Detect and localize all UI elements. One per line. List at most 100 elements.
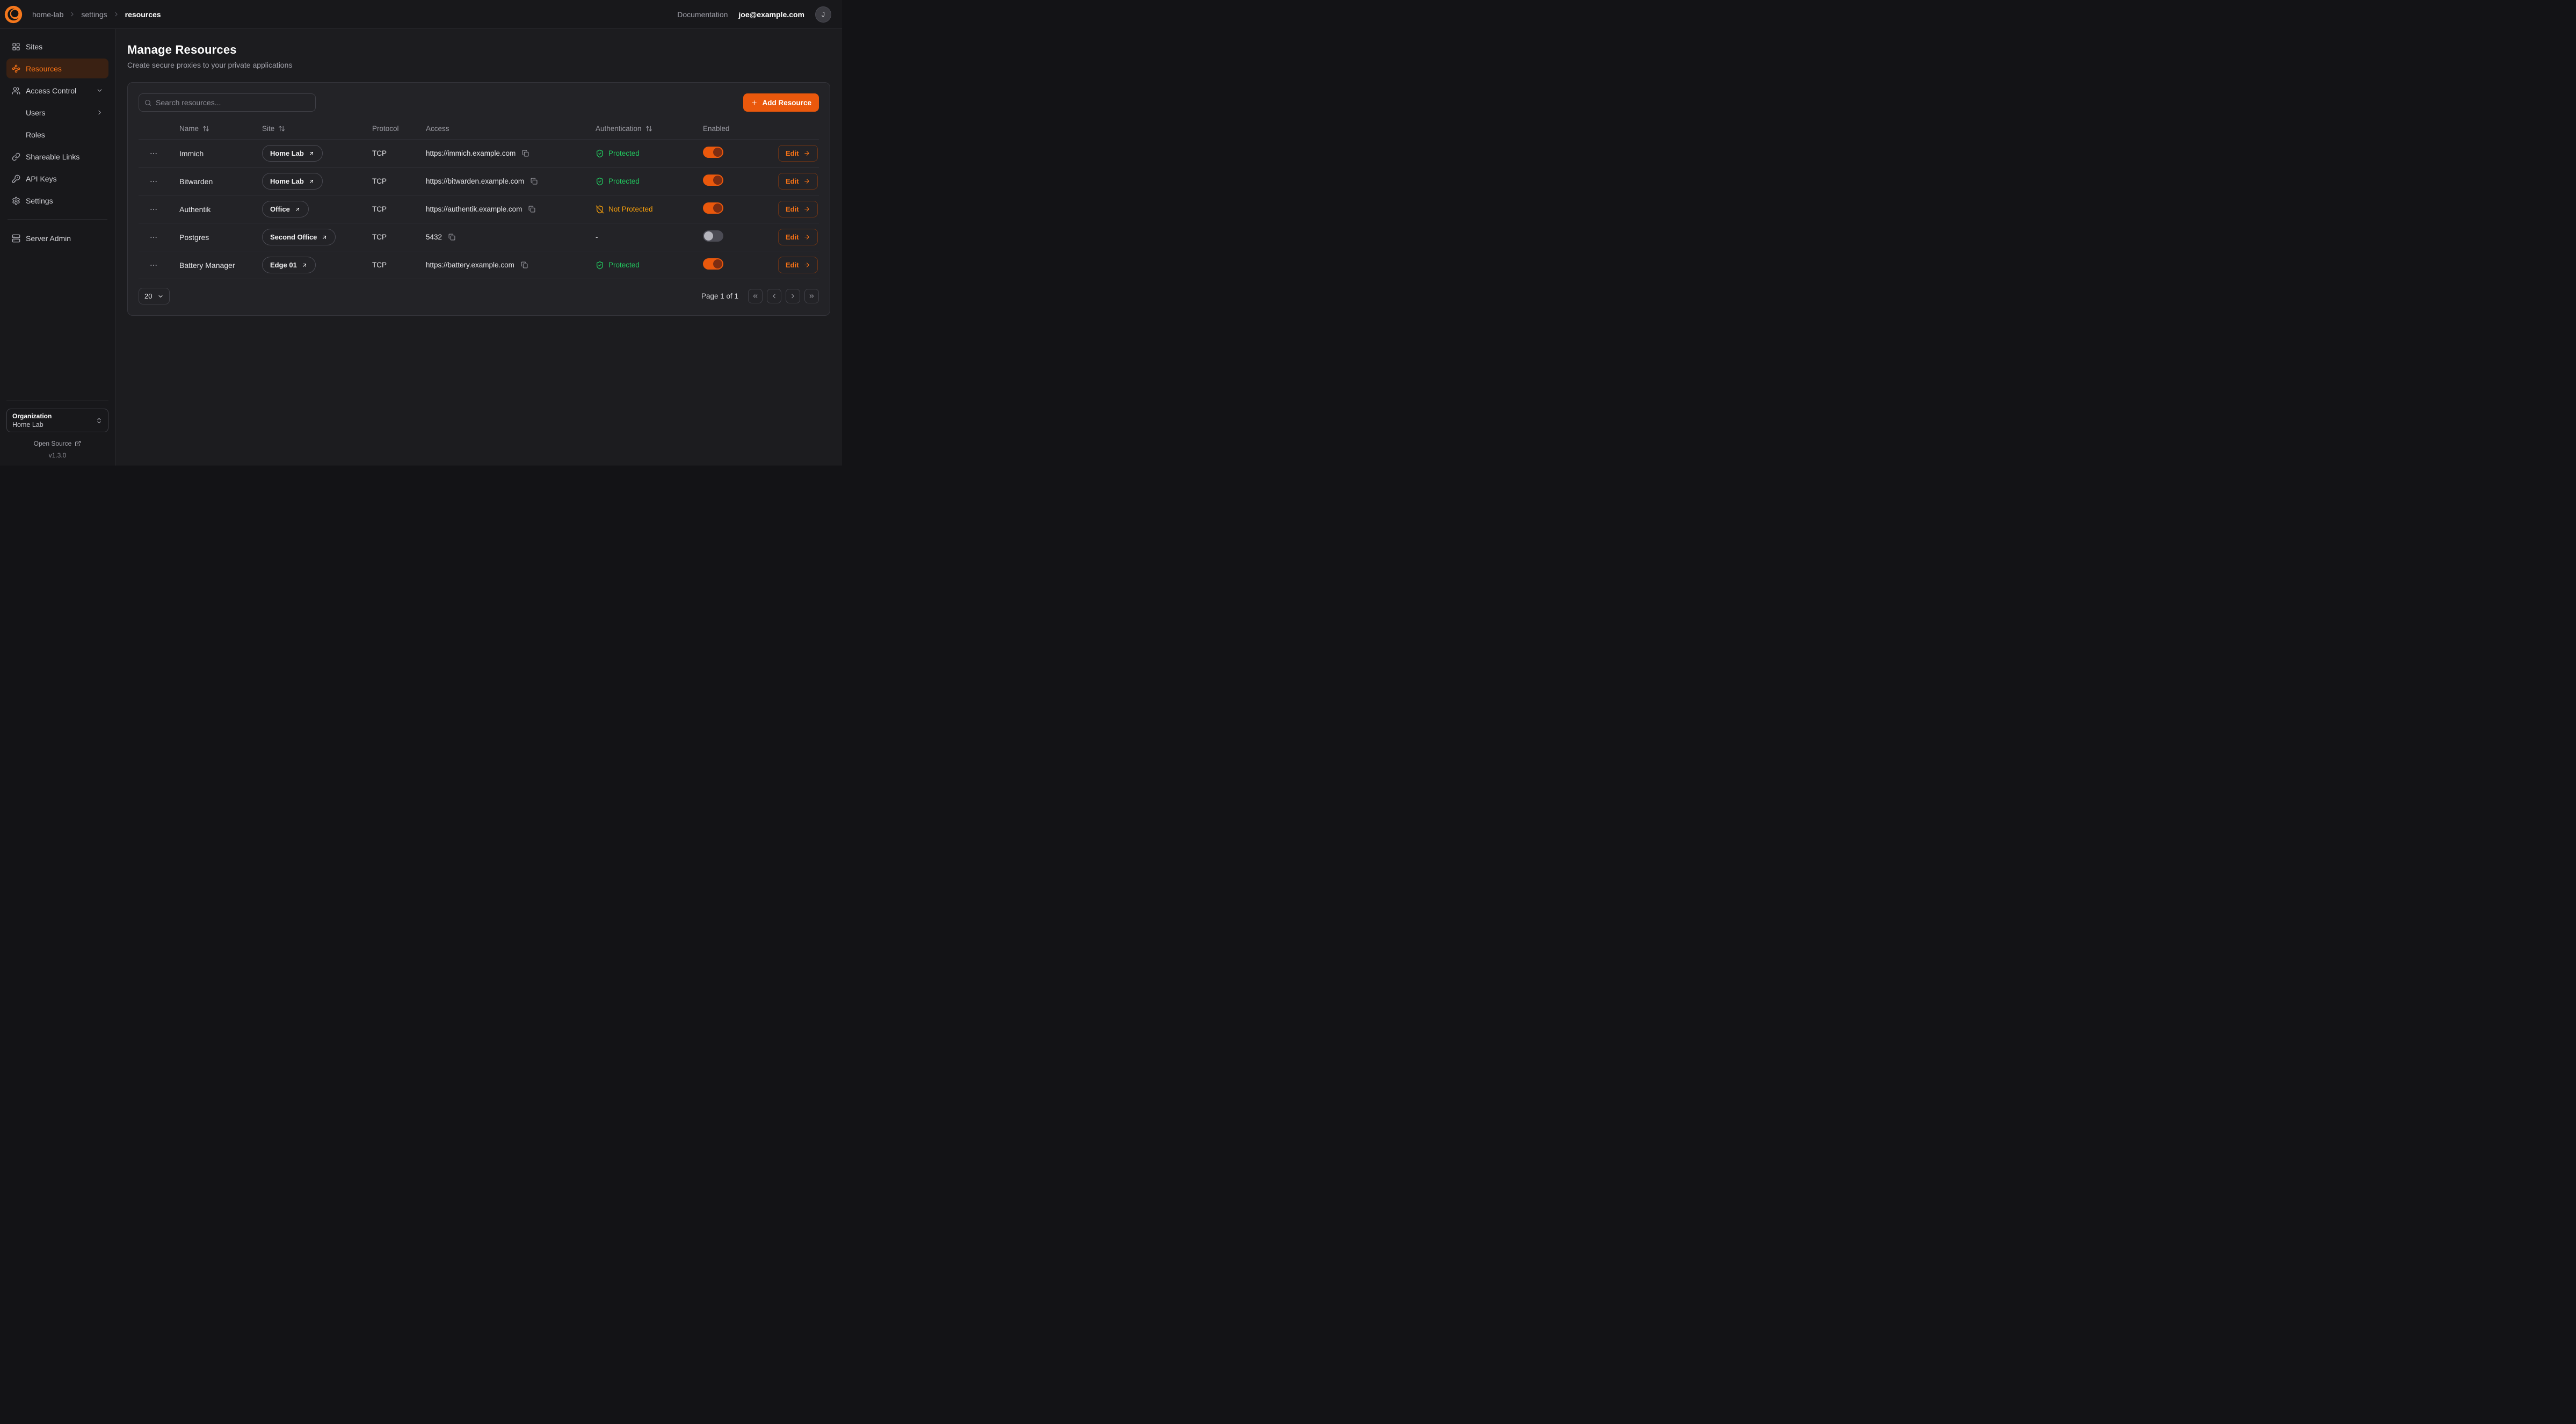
ellipsis-icon	[149, 149, 158, 158]
sidebar-item-settings[interactable]: Settings	[6, 191, 108, 210]
copy-icon	[531, 178, 538, 185]
sidebar: Sites Resources Access Control Users	[0, 29, 115, 466]
grid-icon	[12, 42, 20, 51]
page-info: Page 1 of 1	[701, 292, 738, 300]
topbar: home-lab settings resources Documentatio…	[0, 0, 842, 29]
add-resource-button[interactable]: Add Resource	[743, 93, 819, 112]
sidebar-item-label: Users	[26, 108, 46, 117]
site-link[interactable]: Office	[262, 201, 309, 217]
search-input[interactable]	[156, 98, 310, 107]
row-actions-button[interactable]	[139, 146, 158, 161]
row-actions-button[interactable]	[139, 258, 158, 273]
chevron-down-icon	[96, 87, 103, 94]
chevrons-right-icon	[808, 293, 815, 300]
breadcrumb: home-lab settings resources	[32, 10, 161, 19]
page-subtitle: Create secure proxies to your private ap…	[127, 61, 830, 69]
edit-label: Edit	[786, 205, 799, 213]
sidebar-nav: Sites Resources Access Control Users	[6, 37, 108, 248]
resource-protocol: TCP	[372, 261, 426, 269]
topbar-left: home-lab settings resources	[4, 5, 161, 24]
organization-texts: Organization Home Lab	[12, 412, 52, 428]
edit-button[interactable]: Edit	[778, 145, 818, 162]
sidebar-item-label: Roles	[26, 130, 45, 139]
row-actions-button[interactable]	[139, 230, 158, 245]
table-body: Immich Home Lab TCP https://immich.examp…	[139, 140, 819, 279]
auth-status-badge: Not Protected	[596, 205, 703, 214]
prev-page-button[interactable]	[767, 289, 781, 303]
resource-name: Immich	[179, 149, 262, 158]
link-icon	[12, 152, 20, 161]
avatar[interactable]: J	[815, 6, 831, 23]
card-toolbar: Add Resource	[139, 93, 819, 112]
col-name[interactable]: Name	[179, 125, 262, 133]
ellipsis-icon	[149, 233, 158, 242]
breadcrumb-home-lab[interactable]: home-lab	[32, 10, 63, 19]
app-logo[interactable]	[4, 5, 23, 24]
site-name: Home Lab	[270, 177, 304, 185]
sidebar-item-api-keys[interactable]: API Keys	[6, 169, 108, 188]
col-enabled: Enabled	[703, 125, 778, 133]
breadcrumb-separator-icon	[69, 11, 76, 18]
enabled-toggle[interactable]	[703, 258, 723, 270]
chevron-left-icon	[771, 293, 778, 300]
sidebar-item-roles[interactable]: Roles	[6, 125, 108, 144]
organization-selector[interactable]: Organization Home Lab	[6, 409, 108, 432]
sidebar-item-access-control[interactable]: Access Control	[6, 81, 108, 100]
site-link[interactable]: Home Lab	[262, 145, 323, 162]
edit-button[interactable]: Edit	[778, 257, 818, 273]
auth-status-label: Protected	[608, 261, 640, 269]
first-page-button[interactable]	[748, 289, 763, 303]
copy-button[interactable]	[520, 260, 529, 270]
edit-button[interactable]: Edit	[778, 229, 818, 245]
pagination: Page 1 of 1	[701, 289, 819, 303]
documentation-link[interactable]: Documentation	[677, 10, 728, 19]
sidebar-item-server-admin[interactable]: Server Admin	[6, 228, 108, 248]
edit-button[interactable]: Edit	[778, 173, 818, 190]
enabled-toggle[interactable]	[703, 230, 723, 242]
user-email[interactable]: joe@example.com	[738, 10, 804, 19]
next-page-button[interactable]	[786, 289, 800, 303]
copy-button[interactable]	[527, 205, 536, 214]
breadcrumb-settings[interactable]: settings	[81, 10, 107, 19]
resources-table: Name Site Protocol Access	[139, 119, 819, 279]
enabled-toggle[interactable]	[703, 202, 723, 214]
chevron-right-icon	[789, 293, 796, 300]
edit-button[interactable]: Edit	[778, 201, 818, 217]
site-link[interactable]: Second Office	[262, 229, 336, 245]
copy-button[interactable]	[521, 149, 530, 158]
search-icon	[144, 99, 151, 106]
toggle-knob	[713, 204, 722, 213]
sidebar-item-users[interactable]: Users	[6, 103, 108, 122]
pangolin-logo-icon	[4, 5, 23, 24]
last-page-button[interactable]	[804, 289, 819, 303]
ellipsis-icon	[149, 261, 158, 270]
site-link[interactable]: Home Lab	[262, 173, 323, 190]
row-actions-button[interactable]	[139, 202, 158, 217]
auth-status-badge: Protected	[596, 177, 703, 186]
sidebar-item-shareable-links[interactable]: Shareable Links	[6, 147, 108, 166]
col-site[interactable]: Site	[262, 125, 372, 133]
enabled-toggle[interactable]	[703, 147, 723, 158]
auth-status-label: Protected	[608, 149, 640, 157]
copy-button[interactable]	[447, 233, 456, 242]
edit-label: Edit	[786, 261, 799, 269]
sidebar-item-resources[interactable]: Resources	[6, 59, 108, 78]
col-authentication[interactable]: Authentication	[596, 125, 703, 133]
open-source-link[interactable]: Open Source	[6, 440, 108, 447]
table-row: Authentik Office TCP https://authentik.e…	[139, 195, 819, 223]
app-root: home-lab settings resources Documentatio…	[0, 0, 842, 466]
row-actions-button[interactable]	[139, 174, 158, 189]
page-title: Manage Resources	[127, 43, 830, 57]
server-icon	[12, 234, 20, 243]
sidebar-divider	[8, 219, 107, 220]
sidebar-item-label: Settings	[26, 197, 53, 205]
copy-button[interactable]	[529, 177, 539, 186]
chevrons-up-down-icon	[96, 417, 103, 424]
sidebar-item-sites[interactable]: Sites	[6, 37, 108, 56]
enabled-toggle[interactable]	[703, 175, 723, 186]
shield-check-icon	[596, 149, 604, 158]
version-label: v1.3.0	[6, 452, 108, 459]
resource-name: Battery Manager	[179, 261, 262, 270]
page-size-select[interactable]: 20	[139, 288, 170, 304]
site-link[interactable]: Edge 01	[262, 257, 316, 273]
